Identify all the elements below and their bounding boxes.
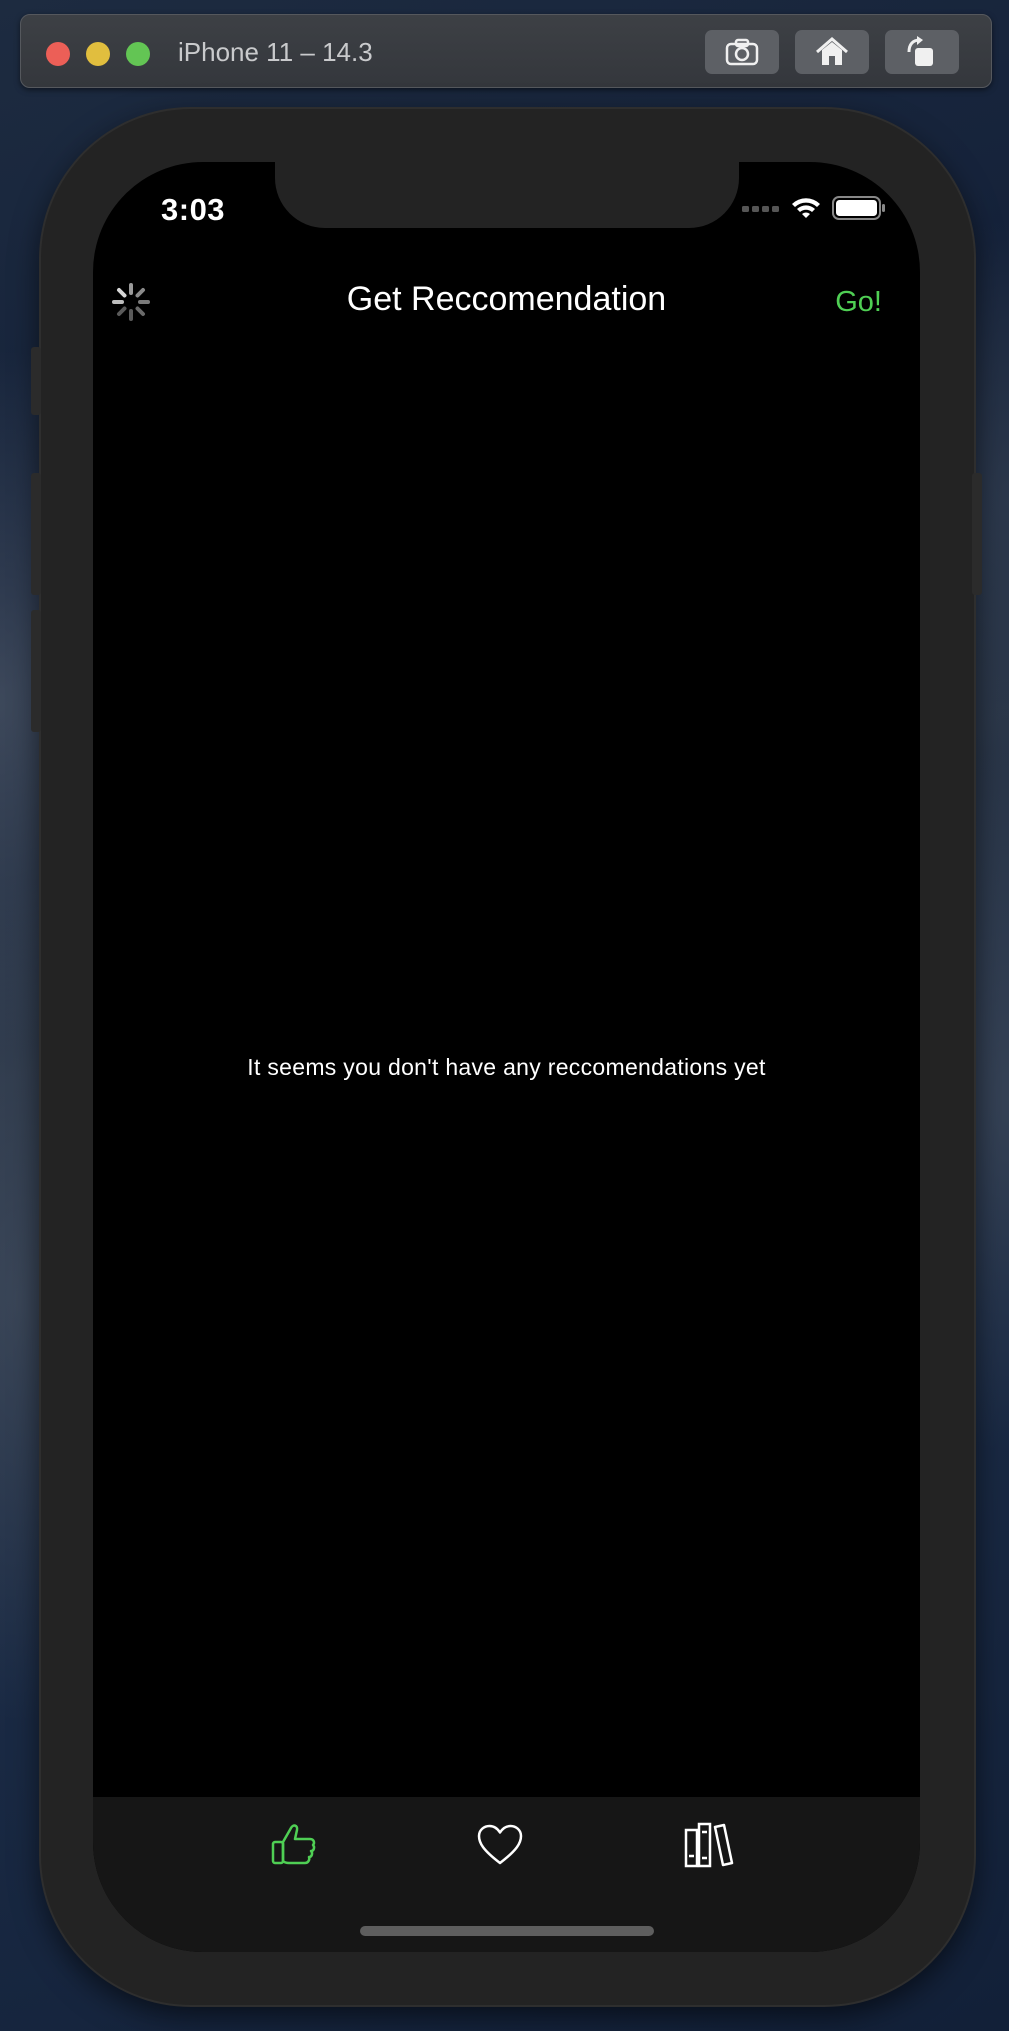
status-time: 3:03 bbox=[161, 192, 226, 227]
home-icon bbox=[816, 37, 848, 65]
home-indicator[interactable] bbox=[360, 1926, 654, 1936]
rotate-icon bbox=[907, 36, 933, 66]
heart-icon bbox=[477, 1824, 523, 1865]
close-window-button[interactable] bbox=[46, 42, 70, 66]
simulator-titlebar: iPhone 11 – 14.3 bbox=[20, 14, 992, 88]
minimize-window-button[interactable] bbox=[86, 42, 110, 66]
page-title: Get Reccomendation bbox=[346, 280, 667, 318]
zoom-window-button[interactable] bbox=[126, 42, 150, 66]
window-title: iPhone 11 – 14.3 bbox=[178, 37, 373, 67]
volume-up-button bbox=[31, 473, 41, 595]
device-screen: 3:03 Get Reccomendation Go! It seems you… bbox=[93, 162, 920, 1952]
thumbs-up-icon bbox=[271, 1824, 316, 1865]
silent-switch bbox=[31, 347, 41, 415]
cellular-icon bbox=[742, 206, 779, 212]
tab-bar bbox=[93, 1797, 920, 1952]
go-button[interactable]: Go! bbox=[835, 286, 882, 319]
tab-favorites[interactable] bbox=[470, 1815, 530, 1875]
side-button bbox=[972, 473, 982, 595]
wifi-icon bbox=[792, 198, 820, 218]
rotate-button[interactable] bbox=[885, 30, 959, 74]
volume-down-button bbox=[31, 610, 41, 732]
tab-library[interactable] bbox=[682, 1815, 742, 1875]
books-icon bbox=[684, 1822, 734, 1868]
notch bbox=[275, 162, 739, 228]
battery-icon bbox=[832, 196, 885, 220]
status-icons bbox=[742, 196, 886, 220]
empty-state-message: It seems you don't have any reccomendati… bbox=[247, 1054, 766, 1080]
home-button[interactable] bbox=[795, 30, 869, 74]
screenshot-button[interactable] bbox=[705, 30, 779, 74]
tab-recommendations[interactable] bbox=[264, 1815, 324, 1875]
navigation-bar: Get Reccomendation Go! bbox=[93, 262, 920, 362]
screenshot-icon bbox=[725, 38, 759, 66]
